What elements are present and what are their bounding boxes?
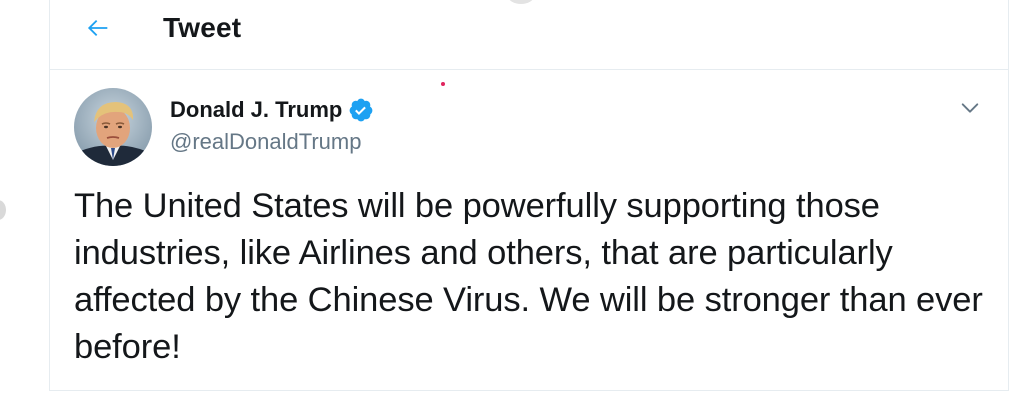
arrow-left-icon <box>87 19 108 37</box>
page-header: Tweet <box>50 0 1008 70</box>
author-handle[interactable]: @realDonaldTrump <box>170 129 361 155</box>
author-name-text[interactable]: Donald J. Trump <box>170 97 342 123</box>
back-button[interactable] <box>80 10 116 46</box>
page-title: Tweet <box>163 12 242 43</box>
author-display-name[interactable]: Donald J. Trump <box>170 97 374 123</box>
avatar-photo <box>74 88 152 166</box>
edge-artifact <box>0 200 6 220</box>
chevron-down-icon <box>961 103 979 113</box>
tweet-menu-button[interactable] <box>956 94 984 122</box>
tweet-text: The United States will be powerfully sup… <box>74 187 983 366</box>
notification-dot <box>441 82 445 86</box>
main-column: Tweet Donald J. Trump @realDonaldTrump T… <box>49 0 1009 391</box>
verified-badge-icon <box>349 98 373 122</box>
avatar[interactable] <box>74 88 152 166</box>
tweet-page: Tweet Donald J. Trump @realDonaldTrump T… <box>0 0 1033 411</box>
